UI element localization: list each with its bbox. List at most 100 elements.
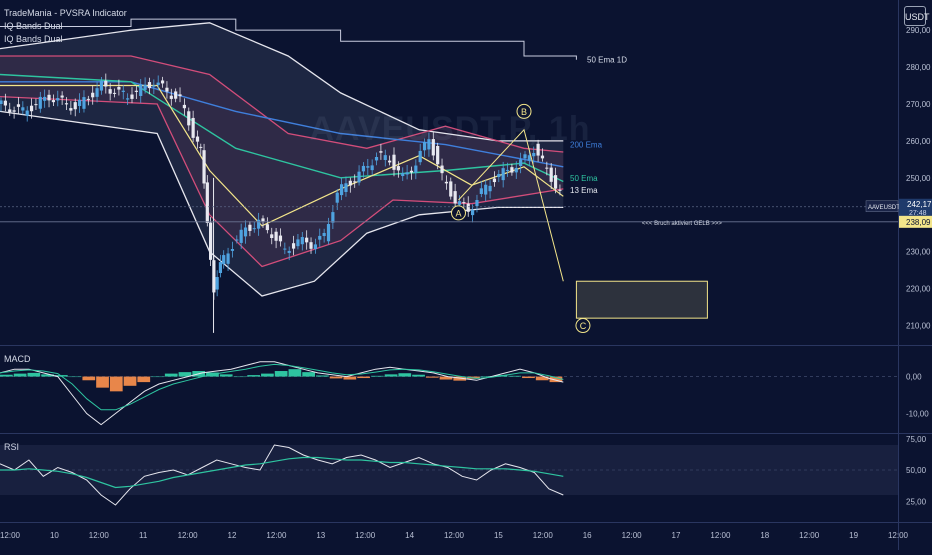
candle-body — [540, 155, 545, 159]
time-tick-label: 16 — [583, 531, 592, 540]
indicator-label-iq-bands-1[interactable]: IQ Bands Dual — [4, 21, 63, 31]
macd-histogram-bar — [13, 373, 27, 377]
candle-body — [318, 235, 322, 240]
candle-body — [453, 191, 457, 204]
time-tick-label: 14 — [405, 531, 414, 540]
time-tick-label: 12:00 — [0, 531, 21, 540]
rsi-tick-label: 50,00 — [906, 466, 927, 475]
candle-body — [401, 173, 405, 177]
candle-body — [126, 98, 130, 100]
macd-histogram-bar — [398, 373, 412, 377]
candle-body — [252, 228, 256, 230]
candle-body — [69, 108, 73, 111]
candle-body — [505, 169, 510, 171]
macd-histogram-bar — [384, 374, 398, 377]
candle-body — [457, 201, 462, 205]
candle-body — [16, 104, 21, 107]
candle-body — [335, 192, 339, 203]
candle-body — [340, 184, 344, 196]
candle-body — [361, 165, 366, 172]
candle-body — [283, 248, 287, 250]
candle-body — [383, 155, 387, 160]
candle-body — [379, 151, 383, 153]
candle-body — [51, 100, 55, 103]
candle-body — [104, 80, 108, 87]
macd-histogram-bar — [151, 376, 164, 378]
candle-body — [488, 185, 492, 192]
candle-body — [366, 166, 370, 168]
currency-button[interactable]: USDT — [904, 6, 930, 26]
candle-body — [291, 243, 296, 249]
macd-histogram-bar — [370, 375, 384, 377]
candle-body — [108, 89, 112, 94]
candle-body — [514, 167, 518, 173]
time-tick-label: 12:00 — [710, 531, 731, 540]
indicator-label-iq-bands-2[interactable]: IQ Bands Dual — [4, 34, 63, 44]
candle-body — [497, 174, 501, 178]
macd-title: MACD — [4, 354, 31, 364]
macd-histogram-bar — [68, 376, 82, 378]
candle-body — [388, 160, 392, 163]
time-tick-label: 12:00 — [355, 531, 376, 540]
candle-body — [501, 168, 505, 181]
candle-body — [8, 109, 12, 113]
candle-body — [47, 94, 51, 101]
macd-histogram-bar — [315, 375, 329, 377]
candle-body — [296, 239, 300, 247]
ema13-label: 13 Ema — [570, 186, 598, 195]
price-tick-label: 230,00 — [906, 248, 931, 257]
time-tick-label: 19 — [849, 531, 858, 540]
candle-body — [326, 224, 331, 242]
candle-body — [205, 182, 209, 223]
candle-body — [396, 166, 400, 171]
candle-body — [178, 94, 182, 97]
time-tick-label: 12:00 — [178, 531, 199, 540]
candle-body — [374, 157, 379, 161]
last-price-label: 242,17 — [907, 200, 932, 209]
candle-body — [545, 167, 549, 169]
candle-body — [60, 95, 64, 98]
candle-body — [462, 202, 466, 204]
candle-body — [43, 96, 47, 101]
candle-body — [73, 102, 77, 110]
symbol-watermark: AAVEUSDT.P, 1h — [309, 110, 591, 148]
candle-body — [187, 111, 191, 126]
macd-histogram-bar — [302, 372, 315, 377]
time-tick-label: 12:00 — [799, 531, 820, 540]
candle-body — [235, 239, 239, 241]
breakout-label: <<< Bruch aktiviert GELB >>> — [642, 221, 723, 227]
time-tick-label: 12:00 — [444, 531, 465, 540]
target-box[interactable] — [575, 280, 708, 319]
candle-body — [392, 154, 396, 170]
price-chart[interactable]: <<< Bruch aktiviert GELB >>>ABC50 Ema 1D… — [0, 0, 932, 550]
candle-body — [239, 229, 243, 243]
candle-body — [523, 154, 527, 159]
candle-body — [147, 82, 152, 89]
candle-body — [270, 234, 274, 239]
macd-histogram-bar — [261, 373, 274, 377]
macd-histogram-bar — [233, 376, 247, 378]
macd-histogram-bar — [82, 376, 96, 381]
candle-body — [38, 96, 42, 109]
price-tick-label: 210,00 — [906, 322, 931, 331]
candle-body — [169, 95, 173, 99]
candle-body — [370, 165, 374, 171]
wave-c-marker-label: C — [580, 321, 587, 331]
candle-body — [86, 98, 90, 100]
countdown-label: 27:48 — [909, 210, 927, 217]
time-tick-label: 10 — [50, 531, 59, 540]
time-tick-label: 12:00 — [89, 531, 110, 540]
candle-body — [348, 180, 352, 186]
macd-histogram-bar — [508, 375, 522, 377]
candle-body — [209, 222, 213, 260]
time-tick-label: 12 — [228, 531, 237, 540]
chart-stage: <<< Bruch aktiviert GELB >>> A B C 50 Ema 1D… — [0, 0, 932, 550]
candle-body — [130, 94, 134, 99]
candle-body — [466, 203, 470, 212]
time-tick-label: 17 — [672, 531, 681, 540]
macd-histogram-bar — [219, 374, 233, 377]
candle-body — [156, 82, 160, 85]
indicator-label-pvsra[interactable]: TradeMania - PVSRA Indicator — [4, 8, 127, 18]
candle-body — [165, 87, 169, 92]
candle-body — [56, 98, 60, 101]
